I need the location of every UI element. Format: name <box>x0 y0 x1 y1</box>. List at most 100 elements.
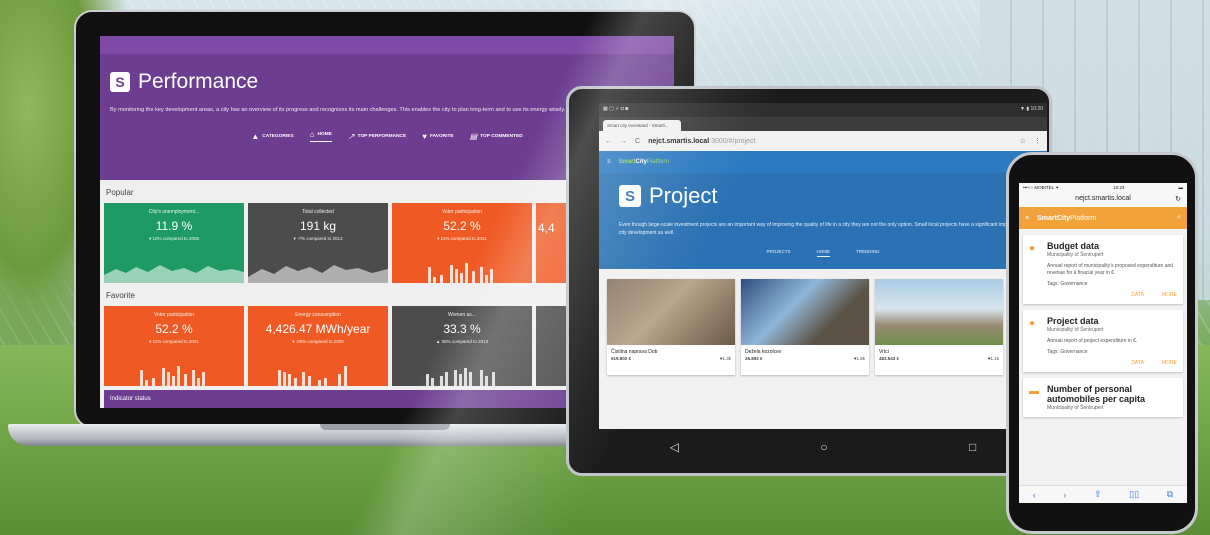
smartcity-logo: S <box>619 185 641 207</box>
project-amount: 26.892 € <box>745 356 763 361</box>
tab-projects[interactable]: PROJECTS <box>766 249 790 257</box>
triangle-icon: ▲ <box>251 131 260 141</box>
clock-text: 10:23 <box>1113 185 1125 190</box>
card-description: Annual report of municipality's proposed… <box>1047 263 1174 276</box>
indicator-tile[interactable]: Total collected 191 kg ▾ -7% compared to… <box>248 203 388 283</box>
nav-top-commented[interactable]: ▤ TOP COMMENTED <box>470 130 523 142</box>
tile-compare: ▾ 11% compared to 2001 <box>437 236 487 241</box>
card-tags: Tags: Governance <box>1047 281 1088 287</box>
card-subtitle: Municipality of Šentrupert <box>1047 327 1104 333</box>
forward-icon[interactable]: › <box>1063 490 1066 500</box>
browser-tab[interactable]: Smart city Investand - Smarti... <box>603 120 681 131</box>
more-button[interactable]: MORE <box>1162 360 1177 366</box>
coins-icon: ● <box>1029 243 1036 254</box>
tile-bar-chart <box>140 366 205 386</box>
reload-icon[interactable]: ↻ <box>1175 195 1181 203</box>
tile-compare: ▾ -7% compared to 2013 <box>293 236 343 241</box>
laptop-notch <box>320 424 450 430</box>
search-icon[interactable]: ⌕ <box>1177 214 1181 222</box>
page-title: Project <box>649 183 718 208</box>
home-circle-icon[interactable]: ○ <box>820 440 827 454</box>
data-button[interactable]: DATA <box>1131 292 1144 298</box>
tile-bar-chart <box>278 366 347 386</box>
tab-trending[interactable]: TRENDING <box>856 249 880 257</box>
hamburger-icon[interactable]: ≡ <box>1025 215 1029 222</box>
card-description: Annual report of project expenditure in … <box>1047 338 1138 344</box>
app-bar: ≡ SmartCityPlatform ⌕ <box>1019 207 1187 229</box>
menu-dots-icon[interactable]: ⋮ <box>1034 137 1041 145</box>
project-amount: 519.802 € <box>611 356 632 361</box>
bookmarks-icon[interactable]: ▯▯ <box>1129 489 1139 500</box>
back-icon[interactable]: ← <box>605 138 612 145</box>
nav-favorite[interactable]: ♥ FAVORITE <box>422 130 453 142</box>
safari-address-bar[interactable]: nejct.smartis.local ↻ <box>1019 193 1187 207</box>
nav-home[interactable]: ⌂ HOME <box>309 130 332 142</box>
project-card[interactable]: Dežela kozolcev 26.892 € ♥1.5k <box>741 279 869 375</box>
tile-label: City's unemployment... <box>148 209 200 215</box>
nav-label: TOP PERFORMANCE <box>357 133 407 139</box>
tablet-screen: ▦ ▢ ✓ ◘ ◙ ▼ ▮ 10:20 Smart city Investand… <box>599 103 1047 429</box>
project-likes: ♥1.5k <box>853 356 865 361</box>
back-triangle-icon[interactable]: ◁ <box>670 440 679 454</box>
home-icon: ⌂ <box>309 130 315 139</box>
dataset-card[interactable]: ● Budget data Municipality of Šentrupert… <box>1023 235 1183 304</box>
project-header: S Project Even though large-scale invest… <box>599 173 1047 269</box>
project-likes: ♥1.3k <box>719 356 731 361</box>
browser-address-row: ← → C nejct.smartis.local:3000/#/project… <box>599 131 1047 151</box>
card-title: Project data <box>1047 316 1099 326</box>
nav-label: CATEGORIES <box>262 133 294 139</box>
project-tabs: PROJECTS HOME TRENDING <box>619 249 1027 257</box>
nav-categories[interactable]: ▲ CATEGORIES <box>251 130 293 142</box>
star-icon[interactable]: ☆ <box>1020 137 1026 145</box>
brand-platform: Platform <box>1070 214 1097 222</box>
recents-square-icon[interactable]: □ <box>969 440 976 454</box>
trend-icon: ↗ <box>347 131 355 141</box>
project-name: Čistilna naprava Dob <box>611 349 658 355</box>
brand-logo: SmartCityPlatform <box>619 159 670 165</box>
more-button[interactable]: MORE <box>1162 292 1177 298</box>
indicator-tile[interactable]: City's unemployment... 11.9 % ▾ 10% comp… <box>104 203 244 283</box>
address-bar[interactable]: nejct.smartis.local:3000/#/project <box>648 138 755 145</box>
project-card-list: Čistilna naprava Dob 519.802 € ♥1.3k Deže… <box>599 269 1047 385</box>
heart-icon: ♥ <box>422 131 427 141</box>
project-meta: 483.543 € ♥1.1k <box>875 356 1003 361</box>
tab-home[interactable]: HOME <box>816 249 830 257</box>
tile-value: 4,426.47 MWh/year <box>265 322 371 336</box>
tile-value: 11.9 % <box>155 219 193 233</box>
forward-icon[interactable]: → <box>620 138 627 145</box>
safari-toolbar: ‹ › ⇪ ▯▯ ⧉ <box>1019 485 1187 503</box>
phone-screen: •••○○ MOBITEL ✦ 10:23 ▬ nejct.smartis.lo… <box>1019 183 1187 503</box>
data-button[interactable]: DATA <box>1131 360 1144 366</box>
tile-label: Women as... <box>448 312 476 318</box>
tile-label: Voter participation <box>441 209 483 215</box>
brand-logo: SmartCityPlatform <box>1037 215 1096 222</box>
tile-label: Energy consumption <box>295 312 341 318</box>
dataset-card[interactable]: ● Project data Municipality of Šentruper… <box>1023 310 1183 372</box>
back-icon[interactable]: ‹ <box>1033 490 1036 500</box>
tabs-icon[interactable]: ⧉ <box>1167 489 1173 500</box>
card-tags: Tags: Governance <box>1047 349 1088 355</box>
project-meta: 519.802 € ♥1.3k <box>607 356 735 361</box>
tile-value: 191 kg <box>299 219 337 233</box>
tile-value: 52.2 % <box>155 322 193 336</box>
nav-label: HOME <box>317 132 332 137</box>
share-icon[interactable]: ⇪ <box>1094 489 1102 500</box>
tile-area-chart <box>104 265 244 283</box>
indicator-tile[interactable]: Voter participation 52.2 % ▾ 11% compare… <box>104 306 244 386</box>
project-image <box>875 279 1003 345</box>
indicator-tile[interactable]: Voter participation 52.2 % ▾ 11% compare… <box>392 203 532 283</box>
card-subtitle: Municipality of Šentrupert <box>1047 405 1104 411</box>
reload-icon[interactable]: C <box>635 138 640 145</box>
project-card[interactable]: Čistilna naprava Dob 519.802 € ♥1.3k <box>607 279 735 375</box>
nav-top-performance[interactable]: ↗ TOP PERFORMANCE <box>348 130 406 142</box>
battery-icon: ▬ <box>1178 185 1183 190</box>
indicator-tile[interactable]: Women as... 33.3 % ▲ 35% compared to 201… <box>392 306 532 386</box>
tile-bar-chart <box>428 263 493 283</box>
status-icons-right: ▼ ▮ 10:20 <box>1020 106 1043 112</box>
project-card[interactable]: Vrtci 483.543 € ♥1.1k <box>875 279 1003 375</box>
indicator-tile[interactable]: Energy consumption 4,426.47 MWh/year ▾ -… <box>248 306 388 386</box>
brand-smart: Smart <box>1037 214 1057 222</box>
card-subtitle: Municipality of Šentrupert <box>1047 252 1104 258</box>
hamburger-icon[interactable]: ≡ <box>607 159 611 165</box>
dataset-card[interactable]: ▬ Number of personal automobiles per cap… <box>1023 378 1183 417</box>
